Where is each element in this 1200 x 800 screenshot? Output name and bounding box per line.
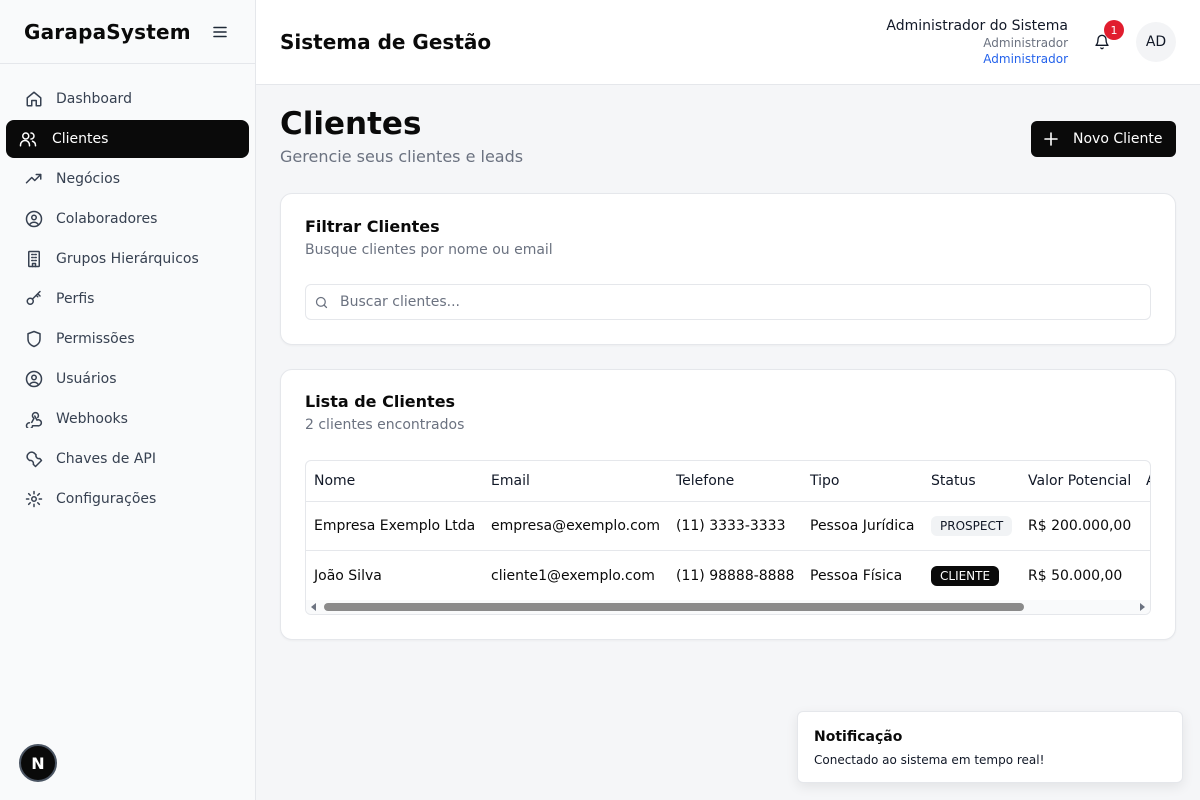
cell-valor-potencial: R$ 200.000,00 (1028, 518, 1132, 534)
sidebar-item-label: Perfis (56, 291, 95, 307)
top-header: Sistema de Gestão Administrador do Siste… (256, 0, 1200, 85)
horizontal-scrollbar[interactable] (306, 600, 1150, 614)
cell-tipo: Pessoa Jurídica (810, 518, 915, 534)
cell-nome: João Silva (314, 567, 382, 584)
filter-card: Filtrar Clientes Busque clientes por nom… (280, 193, 1176, 345)
cell-email: empresa@exemplo.com (491, 518, 660, 534)
gear-icon (24, 489, 44, 509)
column-header-telefone[interactable]: Telefone (676, 461, 734, 501)
cell-email: cliente1@exemplo.com (491, 567, 655, 584)
trending-up-icon (24, 169, 44, 189)
notification-toast[interactable]: Notificação Conectado ao sistema em temp… (797, 711, 1183, 783)
sidebar-item-label: Usuários (56, 371, 117, 387)
plus-icon (1043, 131, 1059, 147)
sidebar: GarapaSystem Dashboard Clientes Negócios… (0, 0, 256, 800)
column-header-valor-potencial[interactable]: Valor Potencial (1028, 461, 1131, 501)
scrollbar-thumb[interactable] (324, 603, 1024, 611)
shield-icon (24, 329, 44, 349)
sidebar-item-label: Negócios (56, 171, 120, 187)
column-header-email[interactable]: Email (491, 461, 530, 501)
sidebar-item-usuarios[interactable]: Usuários (6, 360, 249, 398)
scroll-left-arrow-icon[interactable] (311, 603, 316, 611)
filter-title: Filtrar Clientes (305, 217, 440, 236)
sidebar-item-dashboard[interactable]: Dashboard (6, 80, 249, 118)
webhook-icon (24, 409, 44, 429)
sidebar-item-grupos-hierarquicos[interactable]: Grupos Hierárquicos (6, 240, 249, 278)
clients-table: Nome Email Telefone Tipo Status Valor Po… (305, 460, 1151, 615)
sidebar-item-label: Clientes (52, 131, 109, 147)
brand-logo: GarapaSystem (24, 19, 191, 44)
menu-icon[interactable] (209, 21, 231, 43)
column-header-truncated[interactable]: A (1146, 461, 1150, 501)
page-title: Clientes (280, 106, 422, 142)
cell-status: PROSPECT (931, 502, 1013, 550)
key-icon (24, 289, 44, 309)
sidebar-item-label: Chaves de API (56, 451, 156, 467)
user-circle-icon (24, 369, 44, 389)
cell-telefone: (11) 3333-3333 (676, 518, 786, 534)
wrench-icon (24, 449, 44, 469)
cell-status: CLIENTE (931, 551, 1000, 600)
toast-title: Notificação (814, 729, 903, 745)
sidebar-item-label: Webhooks (56, 411, 128, 427)
sidebar-item-clientes[interactable]: Clientes (6, 120, 249, 158)
toast-message: Conectado ao sistema em tempo real! (814, 753, 1045, 767)
sidebar-item-perfis[interactable]: Perfis (6, 280, 249, 318)
user-name: Administrador do Sistema (886, 18, 1068, 34)
column-header-tipo[interactable]: Tipo (810, 461, 839, 501)
cell-valor-potencial: R$ 50.000,00 (1028, 567, 1123, 584)
user-role: Administrador (983, 36, 1068, 50)
new-client-label: Novo Cliente (1073, 131, 1163, 147)
building-icon (24, 249, 44, 269)
column-header-status[interactable]: Status (931, 461, 976, 501)
sidebar-item-label: Dashboard (56, 91, 132, 107)
user-circle-icon (24, 209, 44, 229)
page-subtitle: Gerencie seus clientes e leads (280, 147, 524, 166)
cell-telefone: (11) 98888-8888 (676, 567, 795, 584)
sidebar-item-label: Permissões (56, 331, 135, 347)
sidebar-item-label: Grupos Hierárquicos (56, 251, 199, 267)
sidebar-item-permissoes[interactable]: Permissões (6, 320, 249, 358)
cell-tipo: Pessoa Física (810, 567, 903, 584)
table-row[interactable]: Empresa Exemplo Ltda empresa@exemplo.com… (306, 502, 1150, 551)
new-client-button[interactable]: Novo Cliente (1031, 121, 1176, 157)
sidebar-header: GarapaSystem (0, 0, 255, 64)
column-header-nome[interactable]: Nome (314, 461, 355, 501)
sidebar-item-configuracoes[interactable]: Configurações (6, 480, 249, 518)
scroll-right-arrow-icon[interactable] (1140, 603, 1145, 611)
sidebar-item-label: Configurações (56, 491, 157, 507)
table-header-row: Nome Email Telefone Tipo Status Valor Po… (306, 461, 1150, 502)
search-input[interactable] (340, 294, 1120, 310)
notification-badge: 1 (1104, 20, 1124, 40)
table-row[interactable]: João Silva cliente1@exemplo.com (11) 988… (306, 551, 1150, 600)
filter-subtitle: Busque clientes por nome ou email (305, 242, 553, 258)
framework-logo-button[interactable]: N (19, 744, 57, 782)
app-title: Sistema de Gestão (280, 30, 492, 54)
list-subtitle: 2 clientes encontrados (305, 417, 465, 433)
home-icon (24, 89, 44, 109)
status-badge: CLIENTE (931, 565, 1000, 586)
cell-nome: Empresa Exemplo Ltda (314, 518, 476, 534)
search-icon (314, 294, 330, 310)
sidebar-item-colaboradores[interactable]: Colaboradores (6, 200, 249, 238)
sidebar-item-label: Colaboradores (56, 211, 158, 227)
search-box (305, 284, 1151, 320)
avatar[interactable]: AD (1136, 22, 1176, 62)
user-info: Administrador do Sistema Administrador A… (886, 17, 1068, 67)
list-title: Lista de Clientes (305, 392, 456, 411)
sidebar-item-negocios[interactable]: Negócios (6, 160, 249, 198)
sidebar-item-webhooks[interactable]: Webhooks (6, 400, 249, 438)
sidebar-nav: Dashboard Clientes Negócios Colaboradore… (0, 64, 255, 518)
sidebar-item-chaves-de-api[interactable]: Chaves de API (6, 440, 249, 478)
client-list-card: Lista de Clientes 2 clientes encontrados… (280, 369, 1176, 640)
users-icon (18, 129, 38, 149)
user-role-link[interactable]: Administrador (886, 51, 1068, 67)
status-badge: PROSPECT (931, 516, 1013, 536)
